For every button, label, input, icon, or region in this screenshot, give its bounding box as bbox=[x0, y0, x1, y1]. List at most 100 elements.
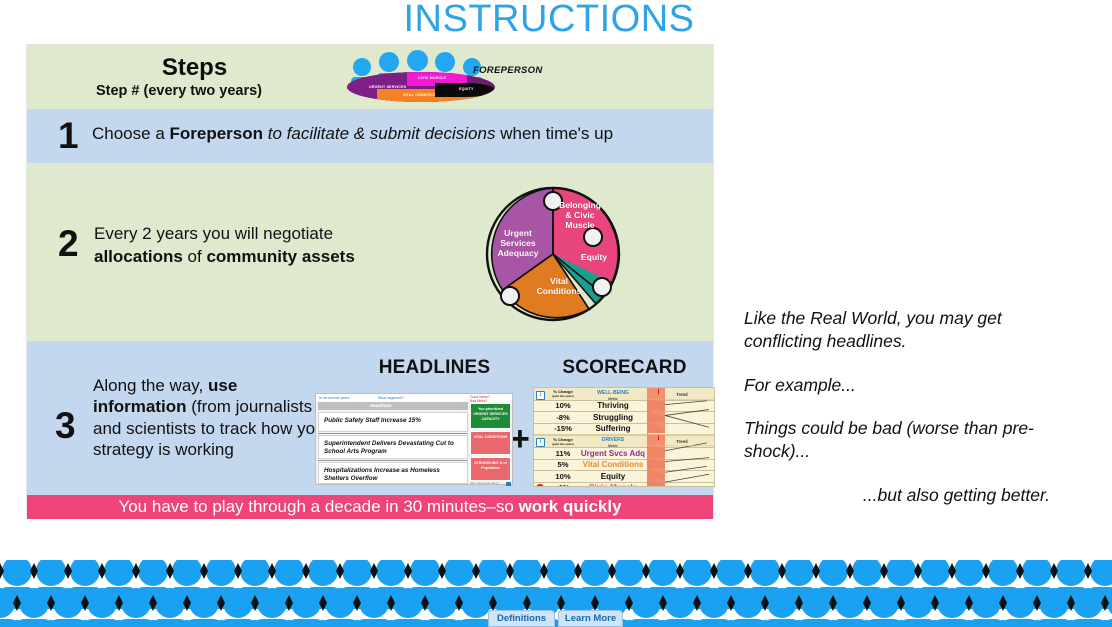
headline-story[interactable]: Superintendent Delivers Devastating Cut … bbox=[318, 435, 468, 459]
scorecard-col-pct-sub: (past two years) bbox=[552, 394, 574, 399]
play-bar-text: You have to play through a decade in 30 … bbox=[118, 497, 519, 516]
headlines-tiny-bad: Bad News? bbox=[470, 398, 488, 403]
step2-line1: Every 2 years you will negotiate bbox=[94, 224, 334, 243]
person-icon bbox=[1088, 620, 1112, 627]
info-icon[interactable]: i bbox=[536, 390, 545, 400]
step-row-3: 3 Along the way, use information (from j… bbox=[27, 341, 715, 512]
alert-dot-icon bbox=[536, 483, 544, 486]
side-note: ...but also getting better. bbox=[862, 484, 1050, 505]
side-note: Things could be bad (worse than pre-shoc… bbox=[744, 418, 1034, 461]
step-text-1: Choose a Foreperson to facilitate & subm… bbox=[92, 124, 613, 144]
headlines-footer: Next: How are we doing? bbox=[470, 481, 511, 486]
play-quickly-bar: You have to play through a decade in 30 … bbox=[27, 495, 713, 519]
foreperson-label: FOREPERSON bbox=[473, 65, 543, 76]
scorecard-row-metric: Struggling bbox=[593, 412, 633, 422]
headlines-titlebar: Headlines bbox=[318, 402, 468, 410]
step-text-3: Along the way, use information (from jou… bbox=[93, 375, 335, 461]
person-icon bbox=[102, 620, 136, 627]
info-icon[interactable]: i bbox=[536, 438, 545, 447]
steps-header: Steps Step # (every two years) URGENT SE… bbox=[27, 45, 713, 109]
headline-story-text: Superintendent Delivers Devastating Cut … bbox=[324, 440, 454, 455]
step-text-2: Every 2 years you will negotiate allocati… bbox=[94, 223, 404, 269]
step3-part-a: Along the way, bbox=[93, 376, 208, 395]
page-title: INSTRUCTIONS bbox=[0, 0, 1112, 41]
foreperson-ellipse: URGENT SERVICES VITAL CONDITIONS CIVIC M… bbox=[347, 72, 495, 102]
step-number-3: 3 bbox=[55, 405, 76, 446]
scorecard-row-metric: Vital Conditions bbox=[582, 460, 644, 469]
pie-handle-right bbox=[583, 227, 603, 247]
side-notes: Like the Real World, you may get conflic… bbox=[744, 307, 1062, 528]
scorecard-row-metric: Thriving bbox=[597, 401, 629, 410]
definitions-button[interactable]: Definitions bbox=[488, 610, 555, 627]
headlines-next-button[interactable] bbox=[506, 481, 511, 486]
scorecard-row-pct: -15% bbox=[554, 424, 572, 434]
pie-label-urgent-services: Urgent Services Adequacy bbox=[497, 228, 539, 258]
headline-tag-bad: STRUGGLING % of Population bbox=[470, 457, 511, 481]
person-icon bbox=[714, 620, 748, 627]
learn-more-button[interactable]: Learn More bbox=[558, 610, 623, 627]
person-icon bbox=[170, 620, 204, 627]
headline-story[interactable]: Public Safety Staff Increase 15% bbox=[318, 412, 468, 432]
pie-handle-left bbox=[500, 286, 520, 306]
steps-title: Steps bbox=[161, 54, 228, 81]
scorecard-row-metric: Civic Muscle bbox=[580, 483, 646, 486]
scorecard-col-metric-text: WELL-BEING bbox=[597, 389, 629, 396]
person-icon bbox=[68, 620, 102, 627]
person-icon bbox=[884, 620, 918, 627]
person-icon bbox=[816, 620, 850, 627]
person-icon bbox=[0, 620, 34, 627]
headlines-toprow: In the last two years... What happened? … bbox=[316, 394, 512, 403]
headlines-label: HEADLINES bbox=[378, 357, 491, 378]
pie-label-equity: Equity bbox=[580, 252, 608, 262]
person-icon bbox=[374, 620, 408, 627]
step1-part-end: when time's up bbox=[495, 124, 614, 143]
headlines-panel[interactable]: In the last two years... What happened? … bbox=[315, 393, 513, 486]
person-icon bbox=[340, 620, 374, 627]
allocation-pie-chart[interactable]: Urgent Services Adequacy Belonging & Civic M… bbox=[476, 177, 630, 331]
person-icon bbox=[306, 620, 340, 627]
person-icon bbox=[850, 620, 884, 627]
scorecard-row-pct: 5% bbox=[557, 460, 569, 470]
scorecard-row-metric: Urgent Svcs Adq bbox=[580, 448, 646, 458]
headlines-tiny-left: In the last two years... bbox=[319, 396, 352, 400]
scorecard-panel[interactable]: i % Change (past two years) WELL-BEING M… bbox=[533, 387, 715, 487]
play-bar-bold: work quickly bbox=[518, 497, 622, 516]
step-number-1: 1 bbox=[58, 115, 79, 156]
person-icon bbox=[1020, 620, 1054, 627]
scorecard-col-pct: % Change (past two years) bbox=[548, 389, 578, 399]
step1-bold: Foreperson bbox=[169, 124, 264, 143]
scorecard-row-pct: -8% bbox=[556, 412, 570, 422]
scorecard-col-pct-sub: (past two years) bbox=[552, 441, 574, 446]
slide-root: INSTRUCTIONS Steps Step # (every two yea… bbox=[0, 0, 1112, 627]
step2-mid: of bbox=[182, 246, 207, 266]
side-note: For example... bbox=[744, 374, 856, 395]
crowd-row bbox=[0, 620, 1112, 627]
pie-label-belonging: Belonging & Civic Muscle bbox=[558, 200, 601, 230]
crowd-strip bbox=[0, 556, 1112, 627]
person-icon bbox=[442, 620, 476, 627]
headline-story-text: Public Safety Staff Increase 15% bbox=[324, 417, 421, 424]
person-icon bbox=[986, 620, 1020, 627]
scorecard-row-pct: -1% bbox=[548, 483, 578, 486]
side-note: Like the Real World, you may get conflic… bbox=[744, 308, 1002, 351]
scorecard-col-metric-text: DRIVERS bbox=[601, 437, 625, 443]
steps-subtitle: Step # (every two years) bbox=[95, 83, 263, 99]
person-icon bbox=[34, 620, 68, 627]
step1-part-a: Choose a bbox=[92, 124, 170, 143]
page-title-text: INSTRUCTIONS bbox=[403, 0, 695, 40]
person-icon bbox=[680, 620, 714, 627]
headlines-titlebar-text: Headlines bbox=[370, 403, 392, 408]
headline-story[interactable]: Hospitalizations Increase as Homeless Sh… bbox=[318, 462, 468, 484]
steps-card: Steps Step # (every two years) URGENT SE… bbox=[26, 44, 715, 519]
scorecard-col-pct: % Change (past two years) bbox=[548, 437, 578, 447]
headline-divider bbox=[318, 459, 468, 462]
person-icon bbox=[1054, 620, 1088, 627]
headlines-tiny-mid: What happened? bbox=[378, 396, 404, 400]
step2-bold-a: allocations bbox=[94, 246, 183, 266]
person-icon bbox=[646, 620, 680, 627]
person-icon bbox=[918, 620, 952, 627]
headline-story-text: Hospitalizations Increase as Homeless Sh… bbox=[324, 467, 440, 482]
scorecard-label: SCORECARD bbox=[562, 357, 687, 378]
person-icon bbox=[952, 620, 986, 627]
headline-tag-bad: VITAL CONDITIONS bbox=[470, 431, 511, 455]
